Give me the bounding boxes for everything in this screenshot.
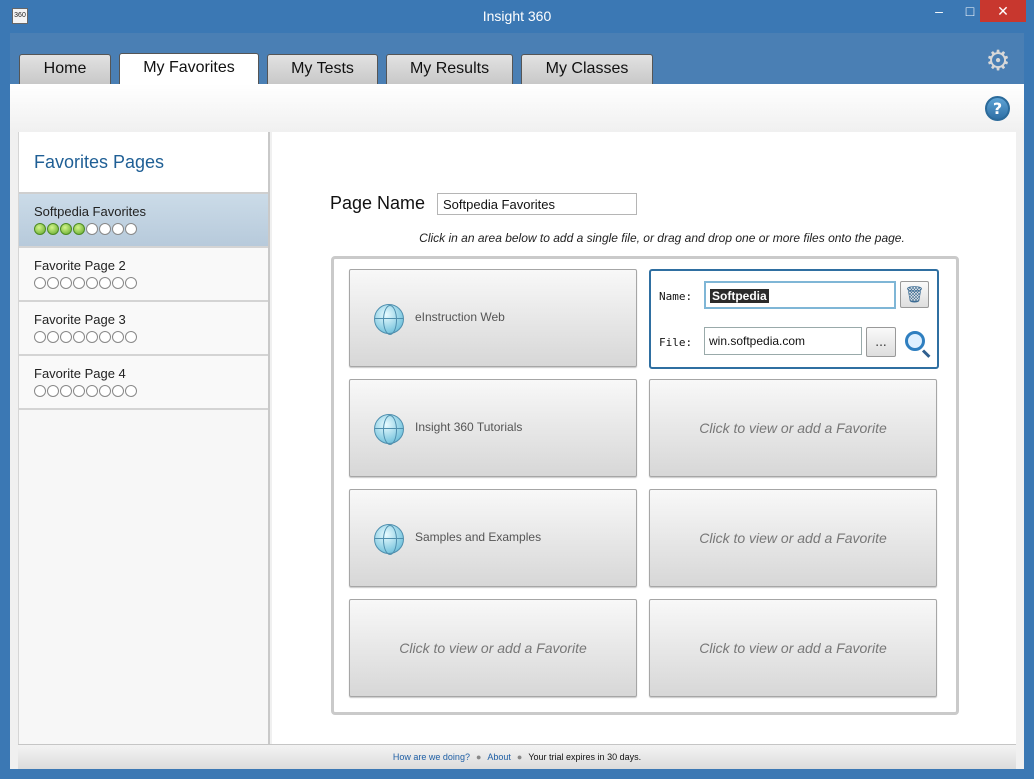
page-slot-dot [86, 385, 98, 397]
page-slot-dot [73, 331, 85, 343]
page-slot-dot [34, 277, 46, 289]
favorite-tile[interactable]: Insight 360 Tutorials [349, 379, 637, 477]
page-fill-indicator [34, 277, 253, 289]
sidebar-item-label: Softpedia Favorites [34, 204, 147, 219]
name-field-label: Name: [659, 290, 693, 303]
sidebar-item-favorite-page-2[interactable]: Favorite Page 2 [19, 248, 268, 302]
empty-favorite-tile[interactable]: Click to view or add a Favorite [649, 489, 937, 587]
file-field[interactable]: win.softpedia.com [704, 327, 862, 355]
app-window: Home My Favorites My Tests My Results My… [10, 33, 1024, 769]
page-slot-dot [60, 223, 72, 235]
page-slot-dot [73, 385, 85, 397]
globe-icon [374, 414, 404, 445]
help-icon[interactable]: ? [985, 96, 1010, 121]
name-field[interactable]: Softpedia [704, 281, 896, 309]
page-slot-dot [73, 223, 85, 235]
page-slot-dot [99, 331, 111, 343]
browse-button[interactable]: ... [866, 327, 896, 357]
close-button[interactable]: ✕ [980, 0, 1026, 22]
page-name-label: Page Name [330, 193, 426, 213]
page-slot-dot [112, 385, 124, 397]
page-slot-dot [34, 385, 46, 397]
trash-icon: 🗑 [904, 285, 925, 304]
title-bar: 360 Insight 360 – □ ✕ [0, 0, 1034, 33]
search-icon[interactable] [905, 331, 925, 351]
favorites-grid: eInstruction Web Name: Softpedia 🗑 File:… [331, 256, 959, 715]
empty-favorite-tile[interactable]: Click to view or add a Favorite [349, 599, 637, 697]
file-field-label: File: [659, 336, 693, 349]
favorite-tile-label: Samples and Examples [415, 530, 542, 544]
page-slot-dot [112, 277, 124, 289]
empty-tile-label: Click to view or add a Favorite [399, 640, 587, 656]
name-field-value: Softpedia [710, 289, 769, 303]
page-slot-dot [125, 223, 137, 235]
page-slot-dot [47, 223, 59, 235]
favorites-sidebar: Favorites Pages Softpedia Favorites Favo… [18, 132, 270, 744]
status-bar: How are we doing? ● About ● Your trial expir… [18, 744, 1016, 769]
status-separator: ● [516, 752, 523, 762]
favorite-tile-label: Insight 360 Tutorials [415, 420, 523, 434]
delete-favorite-button[interactable]: 🗑 [900, 281, 929, 308]
sidebar-item-label: Favorite Page 3 [34, 312, 126, 327]
minimize-button[interactable]: – [924, 0, 954, 22]
feedback-link[interactable]: How are we doing? [393, 752, 470, 762]
page-slot-dot [47, 385, 59, 397]
tab-my-favorites[interactable]: My Favorites [119, 53, 259, 84]
empty-tile-label: Click to view or add a Favorite [699, 530, 887, 546]
empty-tile-label: Click to view or add a Favorite [699, 420, 887, 436]
favorite-tile-label: eInstruction Web [415, 310, 505, 324]
gear-icon[interactable]: ⚙ [983, 46, 1013, 76]
status-separator: ● [475, 752, 482, 762]
page-fill-indicator [34, 223, 253, 235]
sidebar-item-favorite-page-4[interactable]: Favorite Page 4 [19, 356, 268, 410]
sidebar-title: Favorites Pages [19, 132, 268, 194]
tab-my-results[interactable]: My Results [386, 54, 513, 84]
tab-my-tests[interactable]: My Tests [267, 54, 378, 84]
sidebar-item-softpedia-favorites[interactable]: Softpedia Favorites [19, 194, 268, 248]
page-slot-dot [99, 223, 111, 235]
empty-favorite-tile[interactable]: Click to view or add a Favorite [649, 599, 937, 697]
favorites-main-panel: Page Name Softpedia Favorites Click in a… [272, 132, 1016, 744]
sidebar-item-label: Favorite Page 4 [34, 366, 126, 381]
help-bar: ? [10, 84, 1024, 132]
page-slot-dot [60, 331, 72, 343]
page-slot-dot [34, 223, 46, 235]
tab-my-classes[interactable]: My Classes [521, 54, 653, 84]
favorite-tile[interactable]: Samples and Examples [349, 489, 637, 587]
page-slot-dot [112, 331, 124, 343]
favorite-tile[interactable]: eInstruction Web [349, 269, 637, 367]
page-slot-dot [47, 331, 59, 343]
page-fill-indicator [34, 385, 253, 397]
window-title: Insight 360 [482, 8, 552, 24]
page-slot-dot [47, 277, 59, 289]
page-slot-dot [86, 223, 98, 235]
page-slot-dot [125, 331, 137, 343]
page-slot-dot [99, 277, 111, 289]
sidebar-item-favorite-page-3[interactable]: Favorite Page 3 [19, 302, 268, 356]
page-slot-dot [60, 385, 72, 397]
page-slot-dot [86, 277, 98, 289]
about-link[interactable]: About [487, 752, 511, 762]
tab-home[interactable]: Home [19, 54, 111, 84]
tab-bar: Home My Favorites My Tests My Results My… [10, 33, 1024, 84]
page-slot-dot [125, 277, 137, 289]
page-slot-dot [86, 331, 98, 343]
globe-icon [374, 524, 404, 555]
sidebar-item-label: Favorite Page 2 [34, 258, 126, 273]
page-name-input[interactable]: Softpedia Favorites [437, 193, 637, 215]
trial-status-text: Your trial expires in 30 days. [528, 752, 642, 762]
favorite-edit-tile: Name: Softpedia 🗑 File: win.softpedia.co… [649, 269, 939, 369]
page-fill-indicator [34, 331, 253, 343]
empty-tile-label: Click to view or add a Favorite [699, 640, 887, 656]
instruction-text: Click in an area below to add a single f… [419, 231, 905, 245]
page-slot-dot [112, 223, 124, 235]
page-slot-dot [99, 385, 111, 397]
empty-favorite-tile[interactable]: Click to view or add a Favorite [649, 379, 937, 477]
page-slot-dot [125, 385, 137, 397]
page-slot-dot [34, 331, 46, 343]
page-slot-dot [73, 277, 85, 289]
page-slot-dot [60, 277, 72, 289]
globe-icon [374, 304, 404, 335]
